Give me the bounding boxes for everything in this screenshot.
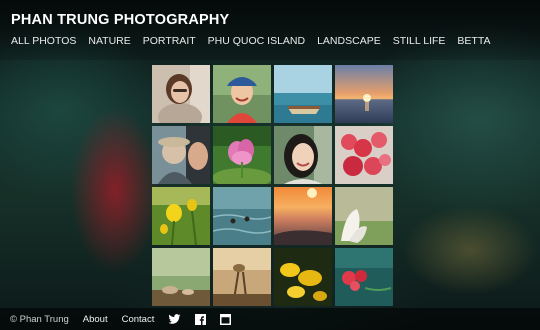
photo-thumbnail[interactable] bbox=[274, 248, 332, 306]
photo-thumbnail[interactable] bbox=[213, 248, 271, 306]
site-title[interactable]: PHAN TRUNG PHOTOGRAPHY bbox=[11, 12, 229, 28]
photo-thumbnail[interactable] bbox=[274, 126, 332, 184]
main-nav: ALL PHOTOS NATURE PORTRAIT PHU QUOC ISLA… bbox=[11, 35, 502, 47]
photo-thumbnail[interactable] bbox=[152, 187, 210, 245]
photo-thumbnail[interactable] bbox=[335, 248, 393, 306]
footer: © Phan Trung About Contact bbox=[0, 308, 540, 330]
facebook-icon[interactable] bbox=[195, 313, 207, 325]
photo-thumbnail[interactable] bbox=[335, 126, 393, 184]
photo-grid bbox=[152, 65, 394, 307]
photo-thumbnail[interactable] bbox=[152, 248, 210, 306]
header: PHAN TRUNG PHOTOGRAPHY ALL PHOTOS NATURE… bbox=[0, 0, 540, 60]
nav-landscape[interactable]: LANDSCAPE bbox=[317, 35, 381, 47]
photo-thumbnail[interactable] bbox=[274, 187, 332, 245]
square-icon[interactable] bbox=[220, 313, 232, 325]
nav-portrait[interactable]: PORTRAIT bbox=[143, 35, 196, 47]
nav-nature[interactable]: NATURE bbox=[88, 35, 130, 47]
nav-all-photos[interactable]: ALL PHOTOS bbox=[11, 35, 76, 47]
nav-still-life[interactable]: STILL LIFE bbox=[393, 35, 446, 47]
photo-thumbnail[interactable] bbox=[335, 187, 393, 245]
nav-phu-quoc-island[interactable]: PHU QUOC ISLAND bbox=[208, 35, 305, 47]
twitter-icon[interactable] bbox=[168, 313, 181, 325]
about-link[interactable]: About bbox=[83, 314, 108, 325]
copyright-text: © Phan Trung bbox=[10, 313, 69, 325]
photo-thumbnail[interactable] bbox=[213, 65, 271, 123]
photo-thumbnail[interactable] bbox=[152, 126, 210, 184]
photo-thumbnail[interactable] bbox=[274, 65, 332, 123]
photo-thumbnail[interactable] bbox=[335, 65, 393, 123]
photo-thumbnail[interactable] bbox=[152, 65, 210, 123]
nav-betta[interactable]: BETTA bbox=[457, 35, 490, 47]
photo-thumbnail[interactable] bbox=[213, 126, 271, 184]
photo-thumbnail[interactable] bbox=[213, 187, 271, 245]
contact-link[interactable]: Contact bbox=[122, 314, 155, 325]
